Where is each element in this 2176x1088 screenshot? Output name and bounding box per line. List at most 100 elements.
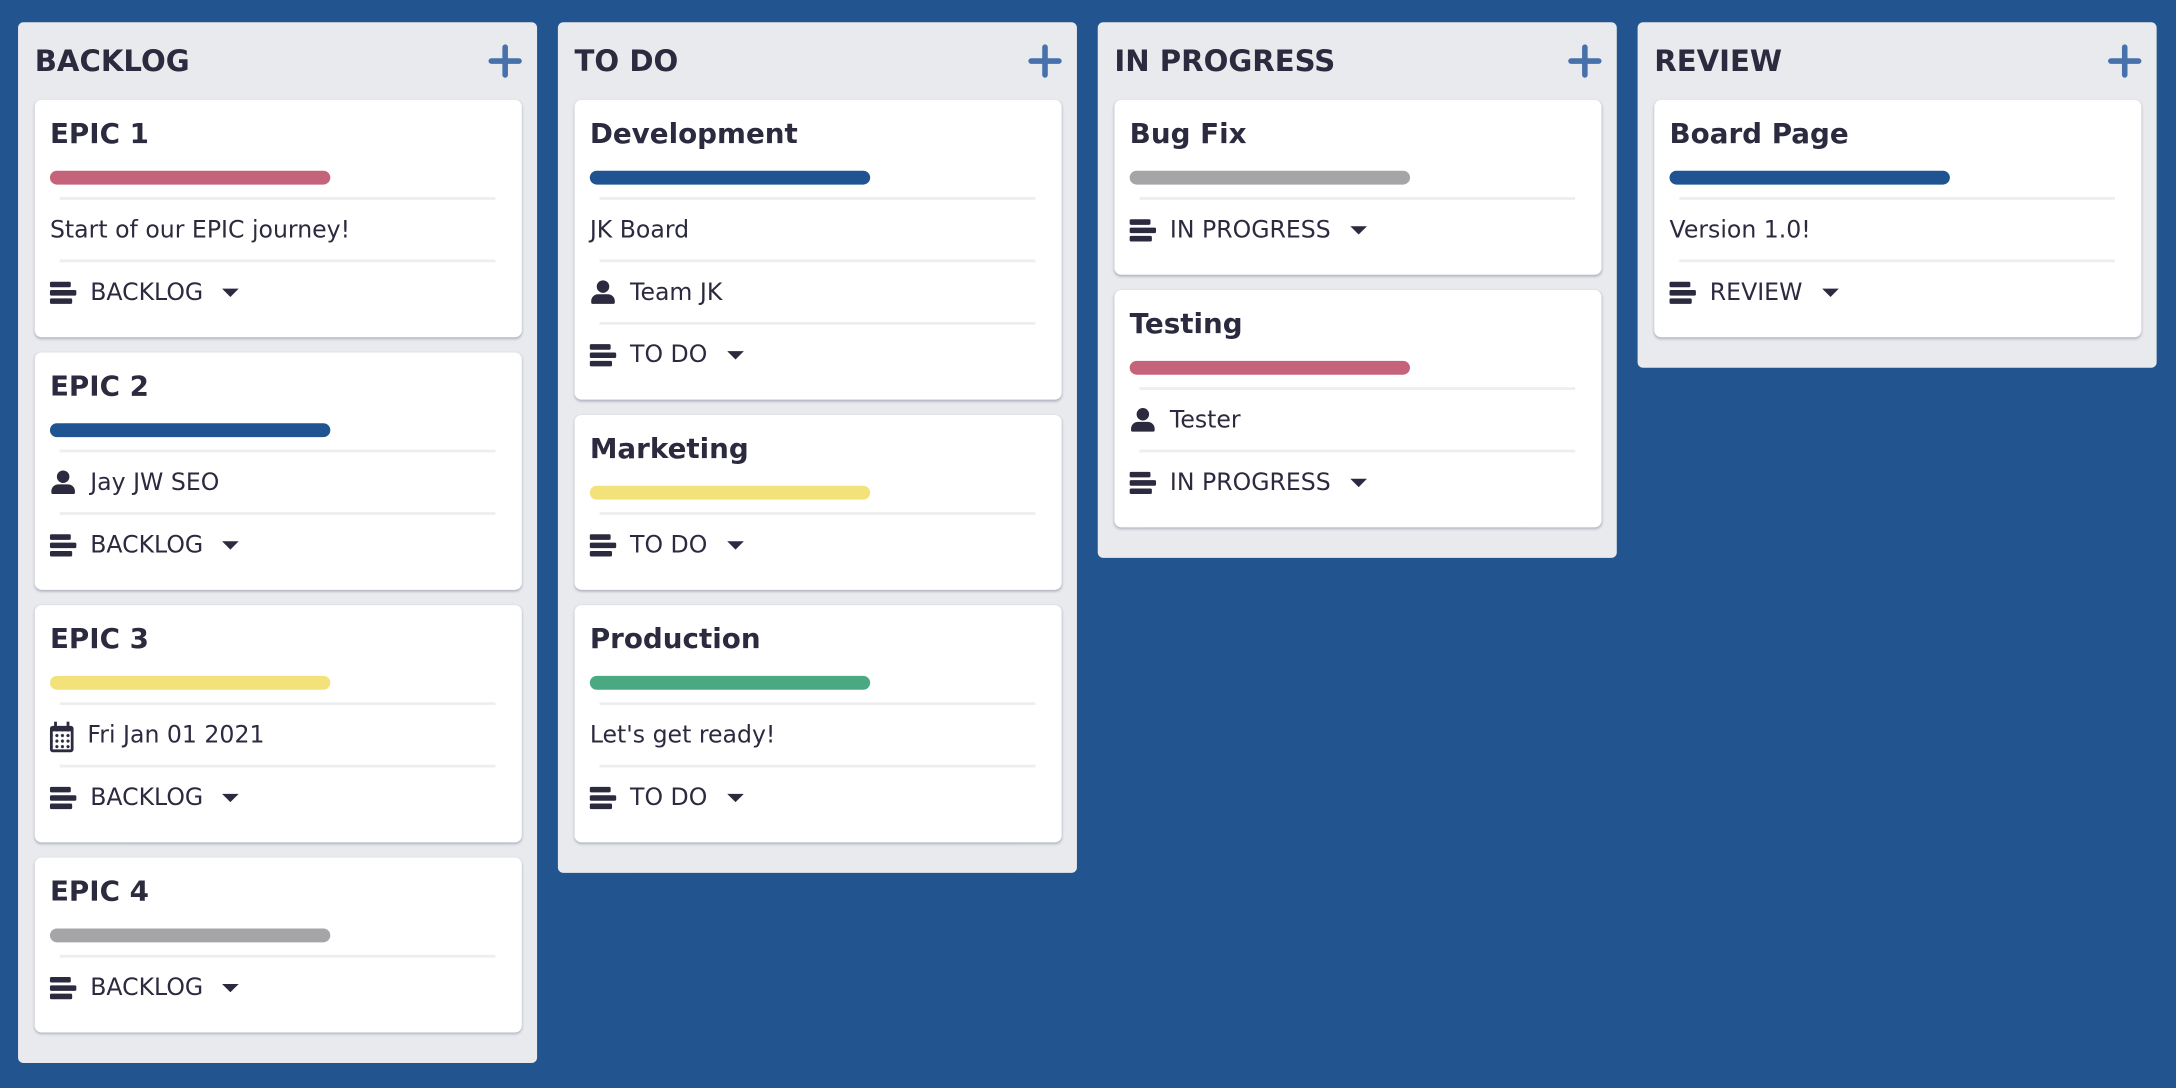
caret-down-icon <box>222 540 240 549</box>
task-card[interactable]: Bug Fix IN PROGRESS <box>1114 99 1602 275</box>
add-card-plus-icon[interactable] <box>487 43 523 79</box>
list-bars-icon <box>49 532 77 558</box>
card-description: Let's get ready! <box>590 702 1036 764</box>
card-list: Development JK Board Team JK TO DO Marketing… <box>558 99 1077 843</box>
status-dropdown-label: TO DO <box>630 530 708 559</box>
card-due-date-text: Fri Jan 01 2021 <box>87 720 265 749</box>
card-status-row: BACKLOG <box>49 512 496 574</box>
kanban-board: BACKLOG EPIC 1 Start of our EPIC journey! B… <box>18 22 2157 1064</box>
status-dropdown[interactable]: BACKLOG <box>49 530 240 559</box>
card-color-label <box>49 170 331 185</box>
card-assignee-text: Jay JW SEO <box>90 468 220 497</box>
status-dropdown-label: TO DO <box>630 340 708 369</box>
card-color-label <box>49 928 331 943</box>
caret-down-icon <box>726 540 744 549</box>
add-card-plus-icon[interactable] <box>2107 43 2143 79</box>
card-color-label <box>49 423 331 438</box>
card-color-label <box>589 485 871 500</box>
card-title: Bug Fix <box>1129 116 1247 150</box>
task-card[interactable]: Development JK Board Team JK TO DO <box>574 99 1062 400</box>
caret-down-icon <box>726 350 744 359</box>
list-bars-icon <box>589 341 617 367</box>
column-header: IN PROGRESS <box>1098 22 1617 100</box>
status-dropdown[interactable]: BACKLOG <box>49 973 240 1002</box>
add-card-plus-icon[interactable] <box>1027 43 1063 79</box>
card-status-row: TO DO <box>589 512 1036 574</box>
card-title: Testing <box>1129 306 1243 341</box>
card-color-label <box>1669 170 1950 185</box>
task-card[interactable]: Production Let's get ready! TO DO <box>574 605 1062 843</box>
card-status-row: IN PROGRESS <box>1129 197 1576 259</box>
list-bars-icon <box>1129 469 1157 495</box>
card-color-label <box>49 675 331 690</box>
task-card[interactable]: EPIC 4 BACKLOG <box>34 857 522 1033</box>
status-dropdown[interactable]: IN PROGRESS <box>1129 468 1367 497</box>
caret-down-icon <box>726 793 744 802</box>
card-description-content: Version 1.0! <box>1670 216 1811 244</box>
card-status-row: TO DO <box>589 764 1036 827</box>
column-header: TO DO <box>558 22 1077 100</box>
column-header: BACKLOG <box>18 22 537 100</box>
card-color-label <box>589 675 871 690</box>
card-title: EPIC 2 <box>49 369 149 403</box>
status-dropdown[interactable]: TO DO <box>589 340 744 369</box>
status-dropdown[interactable]: TO DO <box>589 783 744 811</box>
column-review: REVIEW Board Page Version 1.0! REVIEW <box>1637 22 2157 368</box>
status-dropdown-label: BACKLOG <box>90 973 204 1002</box>
caret-down-icon <box>222 287 240 297</box>
card-title: Development <box>589 116 798 150</box>
caret-down-icon <box>222 793 240 802</box>
status-dropdown[interactable]: BACKLOG <box>49 278 240 306</box>
card-assignee-content: Team JK <box>590 278 723 307</box>
card-description-text: Start of our EPIC journey! <box>49 215 351 244</box>
card-assignee-content: Jay JW SEO <box>50 468 219 496</box>
card-due-date: Fri Jan 01 2021 <box>49 702 496 764</box>
card-status-row: BACKLOG <box>49 954 496 1017</box>
caret-down-icon <box>1350 478 1367 487</box>
task-card[interactable]: EPIC 3 Fri Jan 01 2021 BACKLOG <box>34 605 522 843</box>
status-dropdown[interactable]: TO DO <box>589 530 744 559</box>
add-card-plus-icon[interactable] <box>1567 43 1603 79</box>
card-assignee-content: Tester <box>1130 406 1241 434</box>
card-assignee-text: Team JK <box>630 278 723 307</box>
card-title: EPIC 3 <box>49 621 149 656</box>
card-status-row: REVIEW <box>1669 259 2116 322</box>
card-description: Version 1.0! <box>1670 197 2116 259</box>
column-title: REVIEW <box>1654 44 1783 78</box>
task-card[interactable]: Board Page Version 1.0! REVIEW <box>1654 99 2142 338</box>
status-dropdown[interactable]: BACKLOG <box>49 783 240 812</box>
column-title: TO DO <box>574 44 679 78</box>
card-description-text: JK Board <box>589 215 690 244</box>
card-list: Bug Fix IN PROGRESS Testing Tester IN PROGRE… <box>1098 99 1617 528</box>
column-backlog: BACKLOG EPIC 1 Start of our EPIC journey! B… <box>18 22 538 1064</box>
status-dropdown-label: BACKLOG <box>90 530 204 559</box>
user-icon <box>50 469 76 495</box>
card-title: EPIC 4 <box>49 874 149 908</box>
calendar-icon <box>49 721 74 753</box>
column-title: IN PROGRESS <box>1114 44 1336 78</box>
status-dropdown-label: REVIEW <box>1709 278 1803 307</box>
list-bars-icon <box>589 784 617 810</box>
card-status-row: TO DO <box>589 321 1036 384</box>
card-color-label <box>589 170 871 185</box>
status-dropdown-label: IN PROGRESS <box>1169 468 1331 497</box>
list-bars-icon <box>49 279 77 305</box>
card-assignee: Jay JW SEO <box>51 449 496 512</box>
card-description: JK Board <box>590 197 1036 259</box>
caret-down-icon <box>1350 225 1367 234</box>
task-card[interactable]: Testing Tester IN PROGRESS <box>1114 290 1602 528</box>
column-in-progress: IN PROGRESS Bug Fix IN PROGRESS Testing Test… <box>1097 22 1617 558</box>
status-dropdown[interactable]: IN PROGRESS <box>1129 216 1367 244</box>
status-dropdown-label: BACKLOG <box>90 783 204 812</box>
status-dropdown[interactable]: REVIEW <box>1669 278 1839 307</box>
kanban-board-page: BACKLOG EPIC 1 Start of our EPIC journey! B… <box>0 0 2176 1088</box>
list-bars-icon <box>1669 279 1696 305</box>
card-list: EPIC 1 Start of our EPIC journey! BACKLOG E… <box>18 99 537 1033</box>
task-card[interactable]: EPIC 1 Start of our EPIC journey! BACKLOG <box>34 99 522 338</box>
task-card[interactable]: Marketing TO DO <box>574 414 1062 590</box>
card-title: EPIC 1 <box>49 116 149 150</box>
card-status-row: BACKLOG <box>49 764 496 827</box>
task-card[interactable]: EPIC 2 Jay JW SEO BACKLOG <box>34 352 522 590</box>
card-assignee: Tester <box>1131 387 1576 449</box>
column-title: BACKLOG <box>34 44 190 78</box>
